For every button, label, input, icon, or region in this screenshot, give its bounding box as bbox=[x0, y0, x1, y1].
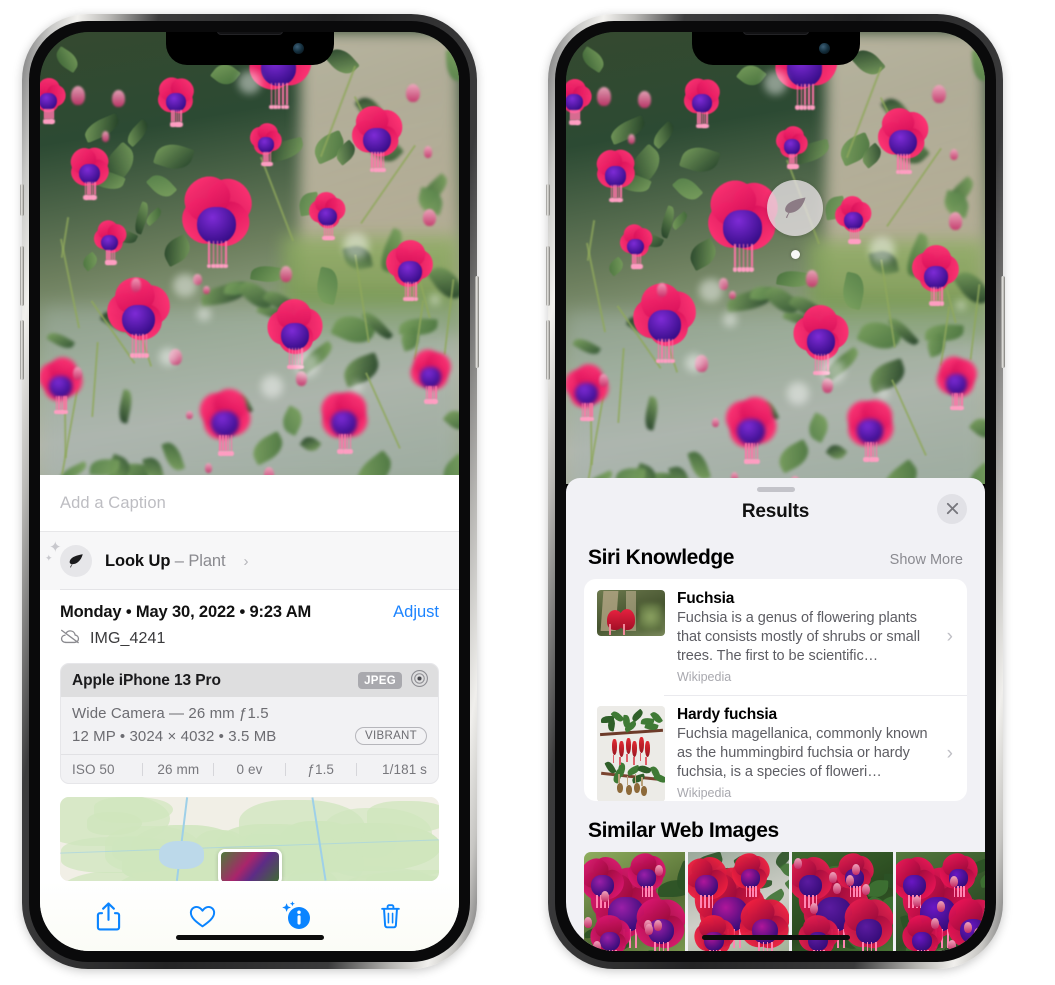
caption-field-row[interactable]: Add a Caption bbox=[40, 475, 459, 532]
date-row: Monday • May 30, 2022 • 9:23 AM Adjust bbox=[60, 603, 439, 622]
screenshot-stage: Add a Caption ✦ ✦ Look Up – Plant › Mond… bbox=[0, 0, 1055, 985]
exif-focal: 26 mm bbox=[157, 761, 200, 777]
heart-icon[interactable] bbox=[186, 899, 220, 933]
siri-knowledge-title: Siri Knowledge bbox=[588, 545, 735, 569]
camera-info-card[interactable]: Apple iPhone 13 Pro JPEG Wide Camera — 2… bbox=[60, 663, 439, 784]
device-bezel: Results Siri Knowledge Show More Fuchsia… bbox=[555, 21, 996, 962]
chevron-right-icon: › bbox=[946, 743, 953, 765]
photo-info-sheet: Add a Caption ✦ ✦ Look Up – Plant › Mond… bbox=[40, 475, 459, 951]
chevron-right-icon: › bbox=[243, 552, 249, 570]
look-up-dash: – bbox=[174, 551, 184, 570]
result-info: Hardy fuchsia Fuchsia magellanica, commo… bbox=[677, 706, 935, 800]
filename-row: IMG_4241 bbox=[60, 629, 439, 649]
result-thumbnail bbox=[597, 589, 665, 636]
volume-down-button[interactable] bbox=[546, 320, 550, 380]
device-bezel: Add a Caption ✦ ✦ Look Up – Plant › Mond… bbox=[29, 21, 470, 962]
share-icon[interactable] bbox=[92, 899, 126, 933]
side-power-button[interactable] bbox=[475, 276, 479, 368]
similar-web-images-title: Similar Web Images bbox=[588, 819, 779, 843]
result-title: Fuchsia bbox=[677, 589, 735, 607]
photographic-style-badge: VIBRANT bbox=[355, 727, 427, 745]
fuchsia-photo bbox=[566, 32, 985, 484]
device-notch bbox=[691, 32, 860, 65]
size-row: 12 MP • 3024 × 4032 • 3.5 MB VIBRANT bbox=[72, 727, 427, 745]
exif-aperture: ƒ1.5 bbox=[307, 761, 335, 777]
front-camera bbox=[818, 43, 830, 54]
camera-device-label: Apple iPhone 13 Pro bbox=[72, 671, 221, 689]
volume-up-button[interactable] bbox=[20, 246, 24, 306]
capture-date: Monday • May 30, 2022 • 9:23 AM bbox=[60, 603, 312, 621]
fuchsia-photo bbox=[40, 32, 459, 475]
list-item[interactable]: Hardy fuchsia Fuchsia magellanica, commo… bbox=[584, 695, 967, 802]
similar-image[interactable] bbox=[896, 852, 985, 951]
photo-toolbar bbox=[40, 881, 459, 951]
results-header: Results bbox=[566, 492, 985, 532]
caption-placeholder: Add a Caption bbox=[60, 493, 166, 512]
earpiece-speaker bbox=[216, 32, 283, 35]
home-indicator[interactable] bbox=[701, 935, 850, 940]
result-title: Hardy fuchsia bbox=[677, 706, 777, 724]
exif-shutter: 1/181 s bbox=[382, 761, 428, 777]
adjust-button[interactable]: Adjust bbox=[393, 603, 439, 622]
look-up-row[interactable]: ✦ ✦ Look Up – Plant › bbox=[40, 532, 459, 590]
info-sparkle-icon[interactable] bbox=[279, 899, 313, 933]
side-power-button[interactable] bbox=[1001, 276, 1005, 368]
silent-switch[interactable] bbox=[546, 184, 550, 216]
result-description: Fuchsia is a genus of flowering plants t… bbox=[677, 609, 921, 664]
front-camera bbox=[292, 43, 304, 54]
leaf-icon: ✦ ✦ bbox=[45, 540, 92, 577]
look-up-label: Look Up – Plant bbox=[105, 551, 226, 571]
similar-image[interactable] bbox=[584, 852, 685, 951]
metadata-block: Monday • May 30, 2022 • 9:23 AM Adjust I… bbox=[40, 590, 459, 649]
look-up-subject: Plant bbox=[188, 551, 226, 570]
look-up-title: Look Up bbox=[105, 551, 171, 570]
list-item[interactable]: Fuchsia Fuchsia is a genus of flowering … bbox=[584, 579, 967, 695]
silent-switch[interactable] bbox=[20, 184, 24, 216]
result-source: Wikipedia bbox=[677, 786, 732, 801]
camera-card-body: Wide Camera — 26 mm ƒ1.5 12 MP • 3024 × … bbox=[61, 697, 438, 754]
iphone-right-device: Results Siri Knowledge Show More Fuchsia… bbox=[546, 14, 1005, 969]
visual-look-up-anchor-dot bbox=[791, 250, 800, 259]
visual-look-up-badge[interactable] bbox=[767, 180, 823, 236]
map-photo-pin[interactable] bbox=[217, 849, 282, 881]
trash-icon[interactable] bbox=[373, 899, 407, 933]
siri-knowledge-header: Siri Knowledge Show More bbox=[566, 532, 985, 579]
result-thumbnail bbox=[597, 706, 665, 802]
iphone-left-device: Add a Caption ✦ ✦ Look Up – Plant › Mond… bbox=[20, 14, 479, 969]
aperture-icon bbox=[410, 669, 429, 693]
photo-viewer-right[interactable] bbox=[566, 32, 985, 484]
result-source: Wikipedia bbox=[677, 670, 732, 685]
siri-knowledge-card: Fuchsia Fuchsia is a genus of flowering … bbox=[584, 578, 967, 802]
close-icon[interactable] bbox=[937, 493, 967, 524]
volume-down-button[interactable] bbox=[20, 320, 24, 380]
exif-ev: 0 ev bbox=[236, 761, 263, 777]
show-more-button[interactable]: Show More bbox=[890, 552, 963, 568]
left-screen: Add a Caption ✦ ✦ Look Up – Plant › Mond… bbox=[40, 32, 459, 951]
exif-iso: ISO 50 bbox=[72, 761, 115, 777]
lens-line: Wide Camera — 26 mm ƒ1.5 bbox=[72, 705, 269, 722]
camera-card-header: Apple iPhone 13 Pro JPEG bbox=[61, 664, 438, 697]
exif-row: ISO 50 26 mm 0 ev ƒ1.5 1/181 s bbox=[61, 754, 438, 783]
device-notch bbox=[165, 32, 334, 65]
sparkle-small-icon: ✦ bbox=[45, 553, 53, 563]
home-indicator[interactable] bbox=[175, 935, 324, 940]
size-line: 12 MP • 3024 × 4032 • 3.5 MB bbox=[72, 727, 277, 745]
location-map[interactable] bbox=[60, 797, 439, 881]
earpiece-speaker bbox=[742, 32, 809, 35]
result-description: Fuchsia magellanica, commonly known as t… bbox=[677, 726, 928, 781]
format-badge: JPEG bbox=[358, 672, 402, 689]
chevron-right-icon: › bbox=[946, 625, 953, 647]
photo-viewer-left[interactable] bbox=[40, 32, 459, 475]
filename-label: IMG_4241 bbox=[90, 630, 166, 647]
icloud-slash-icon bbox=[60, 629, 80, 649]
results-sheet: Results Siri Knowledge Show More Fuchsia… bbox=[566, 478, 985, 951]
results-title: Results bbox=[741, 500, 810, 522]
right-screen: Results Siri Knowledge Show More Fuchsia… bbox=[566, 32, 985, 951]
result-info: Fuchsia Fuchsia is a genus of flowering … bbox=[677, 590, 935, 684]
volume-up-button[interactable] bbox=[546, 246, 550, 306]
